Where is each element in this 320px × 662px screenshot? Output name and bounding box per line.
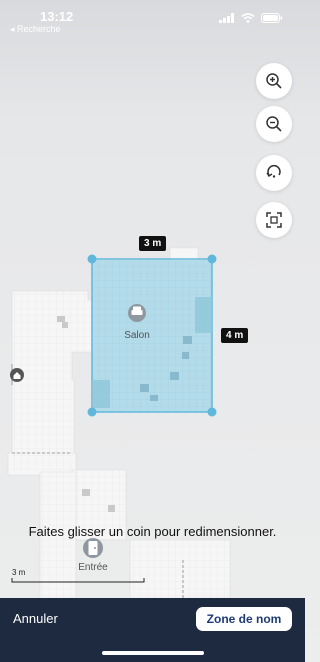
bottom-bar: Annuler Zone de nom [0,598,305,662]
floor-map[interactable]: 3 m 4 m Salon Entrée [0,0,305,598]
zone-height-label: 4 m [221,328,249,343]
room-label-salon: Salon [124,330,150,341]
home-indicator[interactable] [102,651,204,655]
wifi-icon [241,13,255,23]
resize-handle-bottom-left[interactable] [87,407,97,417]
fit-screen-icon [266,212,282,228]
room-label-entree: Entrée [78,562,108,573]
resize-handle-top-left[interactable] [87,254,97,264]
status-bar: 13:12 ◂ Recherche [0,0,305,40]
name-zone-button[interactable]: Zone de nom [196,607,292,631]
rotate-map-button[interactable] [256,155,292,191]
cancel-button[interactable]: Annuler [13,611,58,626]
rotate-icon [266,165,281,178]
zoom-in-icon [266,73,282,89]
back-to-app-link[interactable]: ◂ Recherche [10,24,61,35]
sofa-icon [128,304,146,322]
zoom-in-button[interactable] [256,63,292,99]
instruction-text: Faites glisser un coin pour redimensionn… [28,524,277,539]
map-scale-label: 3 m [12,568,26,577]
resize-handle-bottom-right[interactable] [207,407,217,417]
signal-icon [219,13,234,23]
door-icon [83,538,103,558]
fit-screen-button[interactable] [256,202,292,238]
home-dock-icon [10,368,24,382]
battery-icon [261,13,282,23]
clock: 13:12 [40,9,74,24]
resize-handle-top-right[interactable] [207,254,217,264]
zoom-out-icon [266,116,282,132]
zoom-out-button[interactable] [256,106,292,142]
zone-width-label: 3 m [139,236,167,251]
